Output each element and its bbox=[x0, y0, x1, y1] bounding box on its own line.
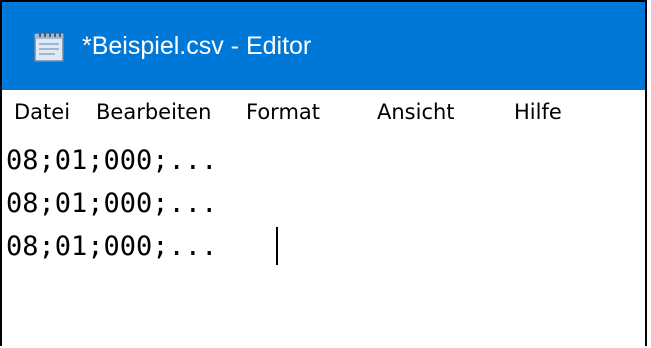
menu-format[interactable]: Format bbox=[246, 96, 320, 128]
window-title: *Beispiel.csv - Editor bbox=[82, 32, 312, 60]
menu-ansicht[interactable]: Ansicht bbox=[377, 96, 455, 128]
notepad-icon bbox=[32, 30, 66, 62]
text-editor-area[interactable]: 08;01;000;... 08;01;000;... 08;01;000;..… bbox=[2, 136, 645, 346]
text-line: 08;01;000;... bbox=[6, 231, 218, 262]
notepad-window: *Beispiel.csv - Editor Datei Bearbeiten … bbox=[0, 0, 647, 346]
text-line: 08;01;000;... bbox=[6, 145, 218, 176]
text-line: 08;01;000;... bbox=[6, 188, 218, 219]
menu-datei[interactable]: Datei bbox=[14, 96, 70, 128]
text-caret bbox=[276, 227, 278, 265]
menu-bar: Datei Bearbeiten Format Ansicht Hilfe bbox=[2, 90, 645, 134]
menu-hilfe[interactable]: Hilfe bbox=[514, 96, 562, 128]
menu-bearbeiten[interactable]: Bearbeiten bbox=[96, 96, 211, 128]
title-bar[interactable]: *Beispiel.csv - Editor bbox=[2, 2, 645, 90]
